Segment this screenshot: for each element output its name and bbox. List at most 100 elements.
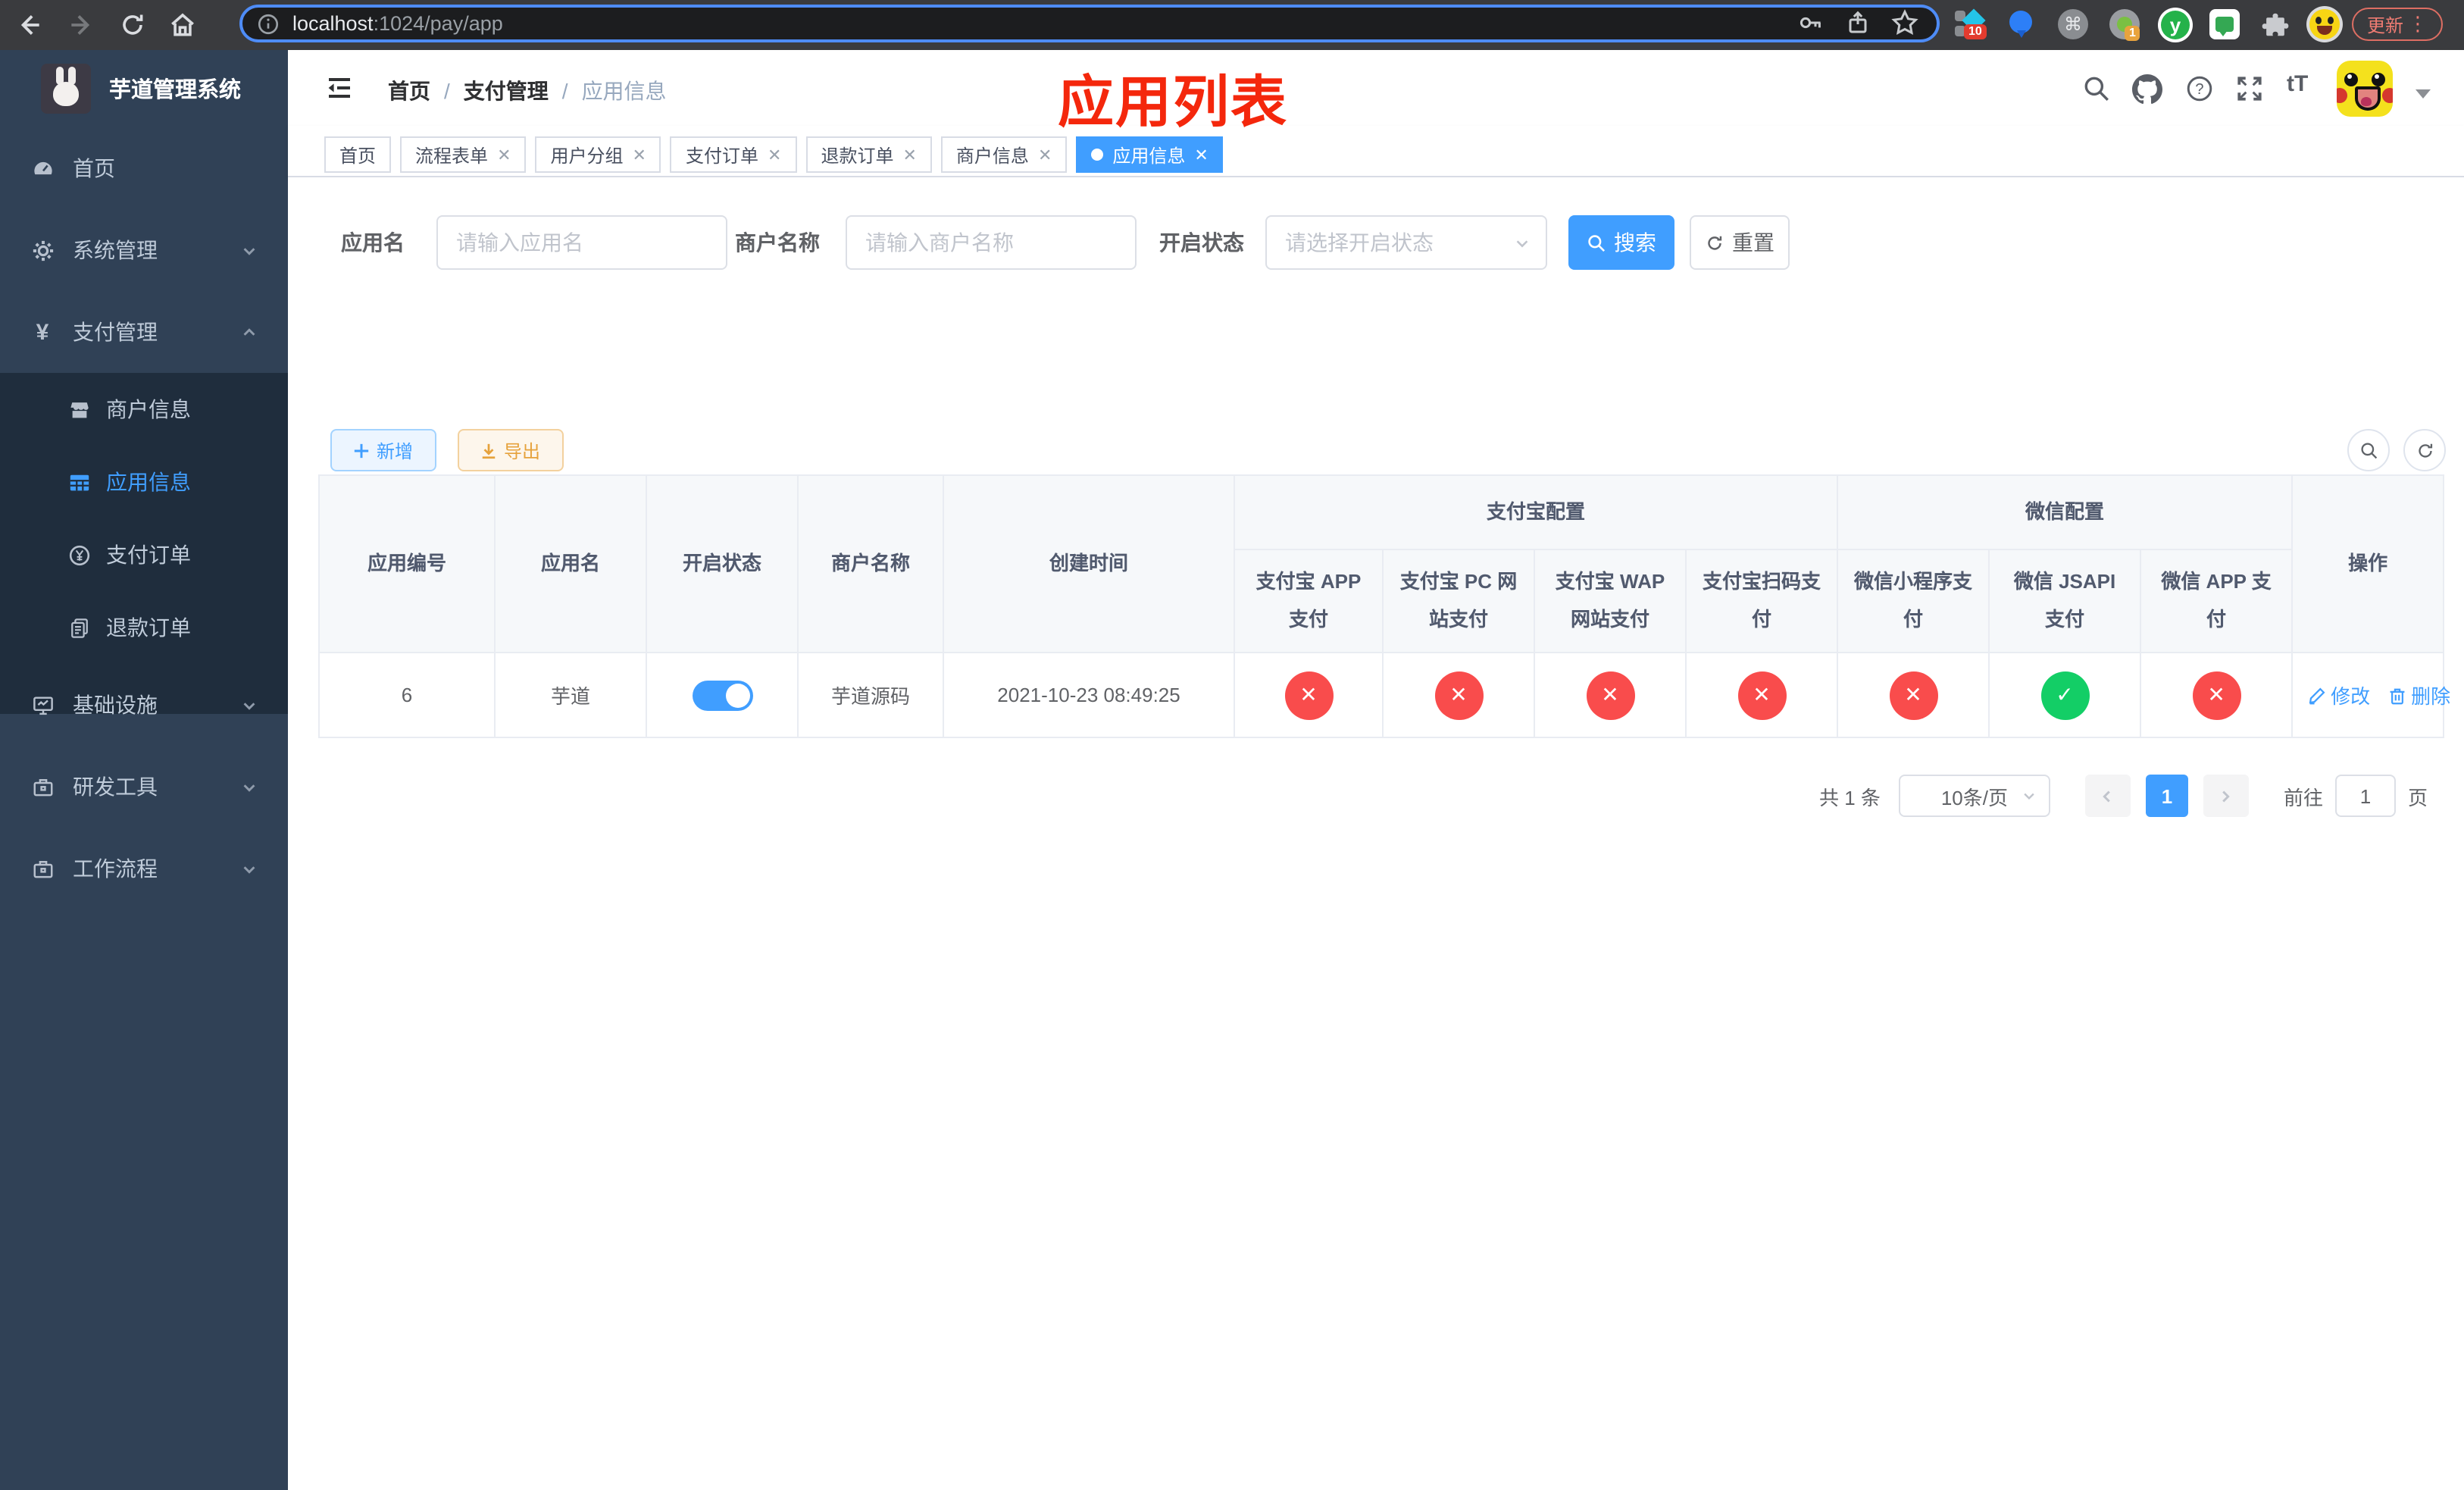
close-icon[interactable]: ✕ [1194, 145, 1208, 164]
sidebar-item-workflow[interactable]: 工作流程 [0, 828, 288, 909]
user-avatar[interactable] [2337, 61, 2393, 117]
next-page-button[interactable] [2203, 775, 2249, 817]
search-button[interactable]: 搜索 [1568, 215, 1674, 270]
fullscreen-icon[interactable] [2235, 74, 2264, 103]
extension-workona-icon[interactable]: 10 [1955, 8, 1987, 39]
alipay-pc-status-icon [1434, 671, 1483, 719]
page-size-select[interactable]: 10条/页 [1898, 775, 2050, 817]
top-navbar: 首页 / 支付管理 / 应用信息 应用列表 ? tT [288, 50, 2464, 133]
sidebar-item-merchant-info[interactable]: 商户信息 [0, 373, 288, 446]
logo-image [41, 64, 91, 114]
extensions-puzzle-icon[interactable] [2261, 11, 2290, 39]
prev-page-button[interactable] [2084, 775, 2131, 817]
extension-recorder-icon[interactable]: 1 [2109, 9, 2143, 42]
sidebar-item-pay-orders[interactable]: 支付订单 [0, 518, 288, 591]
tag-process-form[interactable]: 流程表单 ✕ [400, 136, 527, 173]
wx-app-status-icon [2192, 671, 2241, 719]
gear-icon [30, 239, 55, 261]
export-button[interactable]: 导出 [458, 429, 564, 471]
browser-profile-avatar[interactable] [2306, 6, 2343, 42]
app-name-label: 应用名 [341, 230, 405, 255]
yen-circle-icon [67, 543, 91, 566]
goto-page-input[interactable] [2334, 775, 2396, 817]
app-name-input[interactable] [436, 215, 727, 270]
tag-pay-orders[interactable]: 支付订单 ✕ [670, 136, 797, 173]
col-group-alipay: 支付宝配置 [1233, 474, 1839, 550]
address-bar[interactable]: localhost:1024/pay/app [239, 5, 1940, 42]
col-status: 开启状态 [646, 474, 799, 653]
sidebar-item-infrastructure[interactable]: 基础设施 [0, 664, 288, 746]
extension-badge: 10 [1964, 24, 1987, 39]
chevron-down-icon [1514, 234, 1531, 251]
app-logo[interactable]: 芋道管理系统 [0, 50, 288, 127]
toolbox-icon [30, 775, 55, 798]
header-search-icon[interactable] [2082, 74, 2111, 103]
github-icon[interactable] [2132, 74, 2162, 105]
delete-link[interactable]: 删除 [2388, 681, 2450, 709]
sidebar-item-dev-tools[interactable]: 研发工具 [0, 746, 288, 828]
sidebar-item-payment[interactable]: ¥ 支付管理 [0, 291, 288, 373]
sidebar-item-home[interactable]: 首页 [0, 127, 288, 209]
avatar-dropdown-caret-icon[interactable] [2416, 89, 2431, 99]
tag-home[interactable]: 首页 [324, 136, 392, 173]
wx-jsapi-status-icon [2040, 671, 2090, 719]
tag-app-info[interactable]: 应用信息 ✕ [1076, 136, 1224, 173]
sidebar: 芋道管理系统 首页 系统管理 ¥ 支付管理 商户信息 应用信息 支付订单 退款订… [0, 50, 288, 1490]
browser-home-icon[interactable] [168, 11, 197, 39]
page-number-current[interactable]: 1 [2145, 775, 2188, 817]
edit-link[interactable]: 修改 [2308, 681, 2370, 709]
merchant-name-input[interactable] [846, 215, 1137, 270]
breadcrumb-section[interactable]: 支付管理 [464, 76, 549, 106]
url-host: localhost [292, 12, 374, 35]
tag-refund-orders[interactable]: 退款订单 ✕ [805, 136, 932, 173]
refresh-button[interactable] [2403, 429, 2446, 471]
browser-forward-icon[interactable] [67, 11, 95, 39]
site-info-icon[interactable] [256, 11, 280, 36]
cell-app-id: 6 [318, 652, 496, 738]
close-icon[interactable]: ✕ [497, 145, 511, 164]
tag-merchant-info[interactable]: 商户信息 ✕ [940, 136, 1068, 173]
sidebar-item-system[interactable]: 系统管理 [0, 209, 288, 291]
col-wx-jsapi: 微信 JSAPI 支付 [1988, 549, 2142, 653]
alipay-wap-status-icon [1586, 671, 1634, 719]
browser-update-button[interactable]: 更新 ⋮ [2352, 8, 2443, 41]
app-title: 芋道管理系统 [109, 79, 241, 103]
breadcrumb-current: 应用信息 [581, 79, 667, 103]
status-select[interactable]: 请选择开启状态 [1265, 215, 1547, 270]
status-toggle[interactable] [692, 680, 752, 710]
sidebar-item-app-info[interactable]: 应用信息 [0, 446, 288, 518]
browser-toolbar: localhost:1024/pay/app 10 ⌘ 1 y 更新 ⋮ [0, 0, 2464, 50]
url-path: :1024/pay/app [373, 12, 503, 35]
browser-reload-icon[interactable] [118, 11, 147, 39]
tag-user-group[interactable]: 用户分组 ✕ [535, 136, 661, 173]
col-alipay-qr: 支付宝扫码支付 [1684, 549, 1839, 653]
help-icon[interactable]: ? [2185, 74, 2214, 103]
sidebar-collapse-icon[interactable] [324, 73, 355, 103]
dashboard-icon [30, 157, 55, 180]
close-icon[interactable]: ✕ [768, 145, 781, 164]
sidebar-item-refund-orders[interactable]: 退款订单 [0, 591, 288, 664]
grid-icon [67, 471, 91, 493]
breadcrumb-home[interactable]: 首页 [388, 76, 430, 106]
reset-button[interactable]: 重置 [1690, 215, 1790, 270]
cell-merchant: 芋道源码 [797, 652, 944, 738]
add-button[interactable]: 新增 [330, 429, 436, 471]
browser-back-icon[interactable] [15, 11, 44, 39]
col-actions: 操作 [2291, 474, 2445, 653]
close-icon[interactable]: ✕ [1038, 145, 1052, 164]
col-alipay-pc: 支付宝 PC 网站支付 [1382, 549, 1535, 653]
font-size-icon[interactable]: tT [2287, 71, 2308, 97]
app-table: 应用编号 应用名 开启状态 商户名称 创建时间 支付宝配置 微信配置 操作 支付… [318, 474, 2450, 738]
close-icon[interactable]: ✕ [902, 145, 916, 164]
alipay-app-status-icon [1284, 671, 1333, 719]
password-key-icon[interactable] [1797, 9, 1825, 38]
col-wx-mini: 微信小程序支付 [1837, 549, 1990, 653]
bookmark-star-icon[interactable] [1891, 9, 1918, 38]
svg-text:?: ? [2195, 81, 2203, 98]
browser-menu-icon[interactable]: ⋮ [2408, 12, 2428, 36]
share-icon[interactable] [1844, 9, 1871, 38]
toggle-search-button[interactable] [2347, 429, 2390, 471]
close-icon[interactable]: ✕ [633, 145, 646, 164]
page-unit-label: 页 [2407, 786, 2428, 809]
cell-created: 2021-10-23 08:49:25 [943, 652, 1235, 738]
